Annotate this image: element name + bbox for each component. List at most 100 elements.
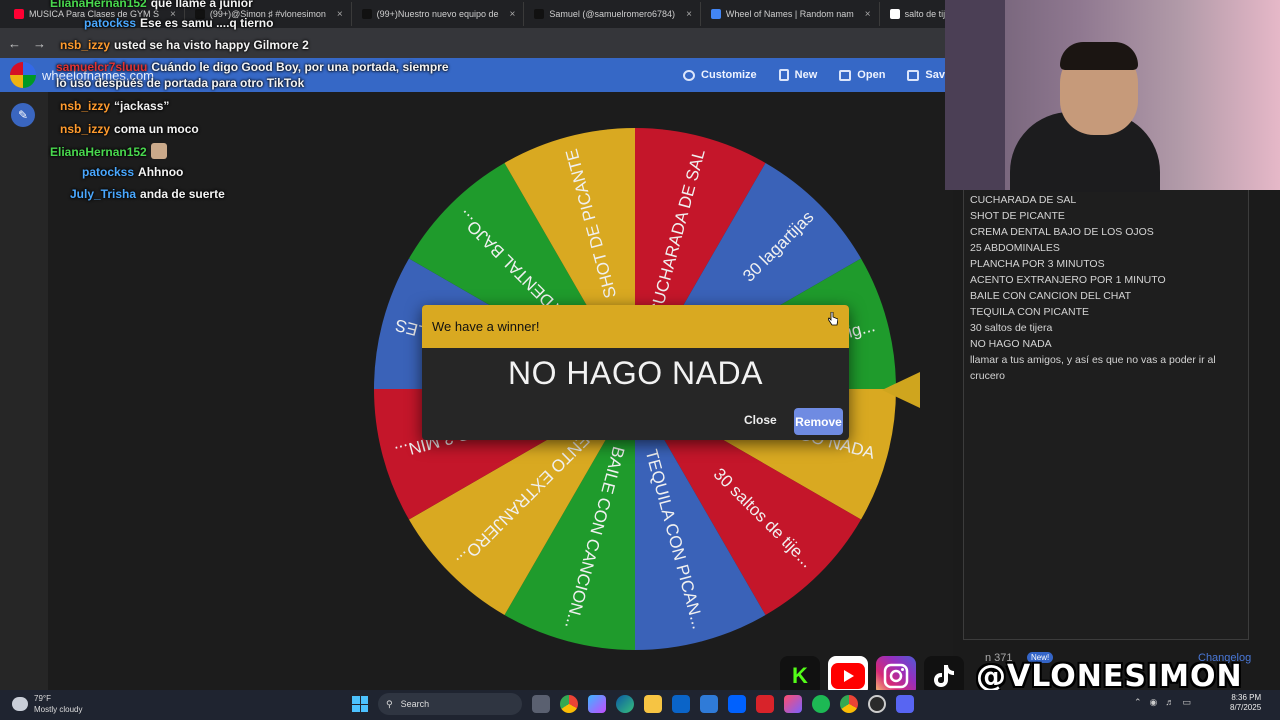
site-menu: Customize New Open Sav [683,58,945,92]
tab-title: Samuel (@samuelromero6784) [549,9,676,19]
entry-line: llamar a tus amigos, y así es que no vas… [970,354,1216,366]
chat-username[interactable]: nsb_izzy [60,122,110,136]
winner-dialog: We have a winner! NO HAGO NADA Close Rem… [422,305,849,440]
winner-text: NO HAGO NADA [508,355,763,391]
tab-title: salto de tijera - Google Search [904,9,945,19]
cloud-icon [12,697,28,711]
chat-text: Cuándo le digo Good Boy, por una portada… [151,60,449,74]
discord-icon[interactable] [896,695,914,713]
file-icon [778,69,789,81]
save-label: Sav [925,69,945,81]
volume-icon[interactable]: ♬ [1165,697,1174,708]
entry-line: TEQUILA CON PICANTE [970,306,1090,318]
entry-line: ACENTO EXTRANJERO POR 1 MINUTO [970,274,1166,286]
clock-date: 8/7/2025 [1230,703,1262,712]
taskbar-apps [532,695,914,713]
chat-emote-icon [150,143,167,159]
entry-line: SHOT DE PICANTE [970,210,1065,222]
screen: MUSICA Para Clases de GYM S × (99+)@Simon … [0,0,1280,720]
chat-text: “jackass” [114,99,170,113]
entry-line: NO HAGO NADA [970,338,1052,350]
chevron-up-icon[interactable]: ⌃ [1134,697,1142,708]
chat-username[interactable]: ElianaHernan152 [50,0,147,10]
chat-username[interactable]: patockss [84,16,136,30]
chat-message: nsb_izzy usted se ha visto happy Gilmore … [60,38,309,52]
chat-message: nsb_izzy coma un moco [60,122,199,136]
dropbox-icon[interactable] [728,695,746,713]
chat-message: patockss Ahhnoo [82,165,183,179]
chat-message: ElianaHernan152 [50,143,167,159]
chat-message: July_Trisha anda de suerte [70,187,225,201]
social-handle: @VLONESIMON [976,658,1243,694]
remove-button[interactable]: Remove [794,408,843,435]
close-button[interactable]: Close [744,413,777,427]
save-icon [907,69,920,81]
dialog-title: We have a winner! [422,305,849,348]
tab-close-icon[interactable]: × [686,9,692,20]
weather-widget[interactable]: 79°F Mostly cloudy [12,693,82,715]
browser-tab[interactable]: salto de tijera - Google Search× [882,2,945,26]
save-button[interactable]: Sav [907,69,945,81]
streamer-hair [1060,42,1138,70]
file-explorer-icon[interactable] [644,695,662,713]
store-icon[interactable] [700,695,718,713]
chat-username[interactable]: ElianaHernan152 [50,145,147,159]
system-tray: ⌃ ◉ ♬ ▭ [1134,697,1191,708]
chat-text: Ese es samu ....q tierno [140,16,274,30]
app-red-icon[interactable] [756,695,774,713]
spotify-icon[interactable] [812,695,830,713]
obs-icon[interactable] [868,695,886,713]
chat-overlay: ElianaHernan152 que llame a junior patocks… [0,0,449,201]
browser-tab[interactable]: Samuel (@samuelromero6784) × [526,2,701,26]
cap-wall [945,0,1005,190]
chat-username[interactable]: nsb_izzy [60,99,110,113]
browser-tab[interactable]: Wheel of Names | Random nam × [703,2,880,26]
chat-username[interactable]: July_Trisha [70,187,136,201]
chrome-2-icon[interactable] [840,695,858,713]
chat-message: ElianaHernan152 que llame a junior [50,0,253,10]
windows-start-icon[interactable] [352,696,368,712]
outlook-icon[interactable] [672,695,690,713]
entry-line: 30 saltos de tijera [970,322,1053,334]
copilot-icon[interactable] [588,695,606,713]
entry-line: crucero [970,370,1006,382]
chat-text: usted se ha visto happy Gilmore 2 [114,38,309,52]
taskbar-search[interactable]: ⚲ Search [378,693,522,715]
entries-textbox[interactable]: CUCHARADA DE SAL SHOT DE PICANTE CREMA DEN… [963,190,1249,640]
chat-message: samuelcr7sluuu Cuándo le digo Good Boy, p… [56,60,449,90]
hand-cursor-icon [828,312,838,326]
chat-message: patockss Ese es samu ....q tierno [84,16,273,30]
entry-line: 25 ABDOMINALES [970,242,1060,254]
tab-favicon-icon [534,9,545,19]
wheel-pointer-icon [882,372,920,408]
weather-desc: Mostly cloudy [34,705,83,714]
taskbar-clock[interactable]: 8:36 PM 8/7/2025 [1230,693,1261,713]
chrome-icon[interactable] [560,695,578,713]
palette-icon [683,69,696,81]
customize-button[interactable]: Customize [683,69,757,81]
entry-line: PLANCHA POR 3 MINUTOS [970,258,1105,270]
new-button[interactable]: New [778,69,818,81]
open-button[interactable]: Open [839,69,885,81]
app-multi-icon[interactable] [784,695,802,713]
edge-icon[interactable] [616,695,634,713]
tab-title: Wheel of Names | Random nam [725,9,854,19]
customize-label: Customize [701,69,757,81]
battery-icon[interactable]: ▭ [1182,697,1191,708]
task-view-icon[interactable] [532,695,550,713]
network-icon[interactable]: ◉ [1150,697,1158,708]
new-label: New [794,69,818,81]
taskbar-search-label: Search [400,699,430,709]
clock-time: 8:36 PM [1231,693,1262,702]
search-icon: ⚲ [386,698,393,709]
chat-username[interactable]: patockss [82,165,134,179]
entry-line: CREMA DENTAL BAJO DE LOS OJOS [970,226,1154,238]
tab-close-icon[interactable]: × [510,9,516,20]
entry-line: BAILE CON CANCION DEL CHAT [970,290,1132,302]
chat-username[interactable]: nsb_izzy [60,38,110,52]
weather-temp: 79°F [34,694,51,703]
chat-text: coma un moco [114,122,199,136]
chat-username[interactable]: samuelcr7sluuu [56,60,147,74]
tab-close-icon[interactable]: × [865,9,871,20]
chat-message: nsb_izzy “jackass” [60,99,169,113]
